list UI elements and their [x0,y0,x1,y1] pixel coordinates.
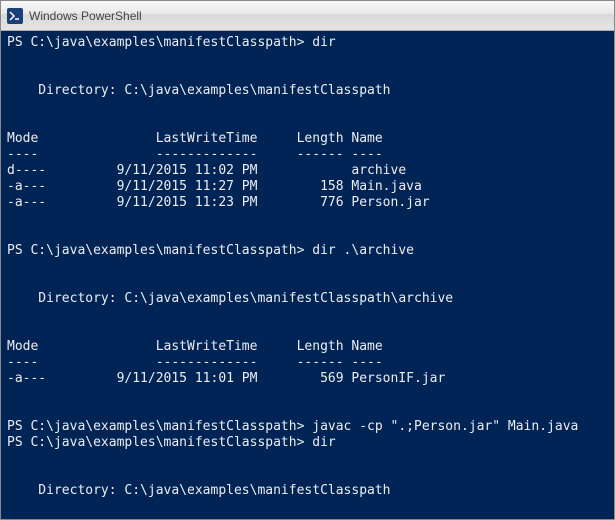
powershell-window: Windows PowerShell PS C:\java\examples\m… [0,0,615,520]
terminal-output[interactable]: PS C:\java\examples\manifestClasspath> d… [1,31,614,519]
powershell-icon [7,8,23,24]
titlebar[interactable]: Windows PowerShell [1,1,614,31]
window-title: Windows PowerShell [29,9,142,23]
